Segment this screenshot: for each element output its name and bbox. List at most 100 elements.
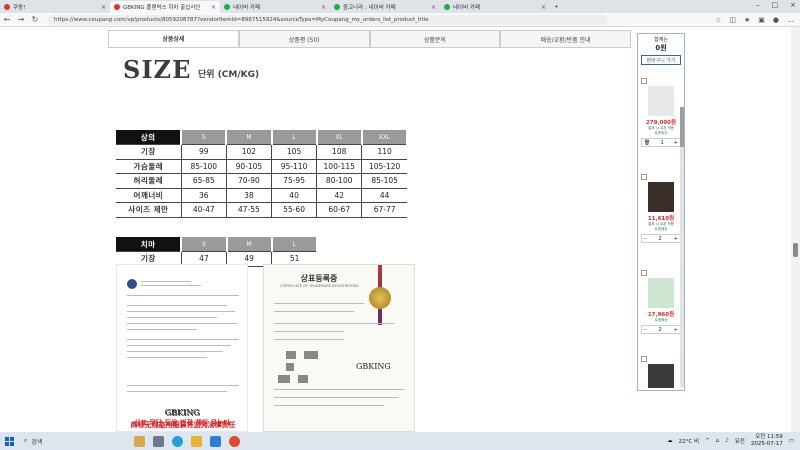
- edge-browser-icon[interactable]: [172, 435, 183, 447]
- item-checkbox[interactable]: [641, 174, 647, 180]
- table-row: 가슴둘레 85-100 90-105 95-110 100-115 105-12…: [116, 159, 407, 174]
- browser-tab-2[interactable]: 네이버 카페 ×: [220, 1, 330, 13]
- plus-icon[interactable]: +: [674, 140, 678, 146]
- tab-favicon-icon: [114, 4, 120, 10]
- forward-icon[interactable]: →: [14, 15, 28, 24]
- redacted-block: [286, 351, 296, 359]
- chevron-up-icon[interactable]: ^: [705, 438, 710, 444]
- table-header-cell: L: [271, 130, 318, 145]
- favorites-icon[interactable]: ★: [744, 16, 750, 24]
- scrollbar-thumb[interactable]: [793, 243, 798, 257]
- tab-label: GBKING 플랜박스 하차 출입사인: [123, 5, 201, 11]
- tab-shipping[interactable]: 배송/교환/반품 안내: [500, 30, 631, 47]
- star-icon[interactable]: ☆: [715, 16, 721, 24]
- app-icon[interactable]: [134, 435, 145, 447]
- maximize-icon[interactable]: □: [772, 1, 779, 9]
- start-menu-icon[interactable]: [5, 436, 14, 446]
- menu-icon[interactable]: …: [787, 16, 794, 24]
- close-icon[interactable]: ×: [431, 4, 436, 11]
- table-cell: 60-67: [316, 202, 362, 218]
- new-tab-button[interactable]: +: [550, 1, 564, 13]
- quantity-value[interactable]: 1: [660, 140, 663, 146]
- windows-taskbar: ⌕ 검색 ☁ 22°C 비 ^ ⌂ ♪ 유전 오전 11:59 2025-07-…: [0, 432, 800, 450]
- file-explorer-icon[interactable]: [191, 435, 202, 447]
- browser-tab-0[interactable]: 쿠팡! ×: [0, 1, 110, 13]
- top-size-table: 상의 S M L XL XXL 기장 99 102 105 108 110 가슴…: [116, 130, 409, 218]
- table-header-cell: XL: [316, 130, 363, 145]
- quantity-value[interactable]: 2: [659, 327, 662, 333]
- row-label: 가슴둘레: [116, 159, 182, 174]
- clock[interactable]: 오전 11:59 2025-07-17: [751, 434, 783, 448]
- weather-text[interactable]: 22°C 비: [679, 437, 699, 445]
- divider: [127, 329, 197, 330]
- close-icon[interactable]: ×: [101, 4, 106, 11]
- product-thumbnail[interactable]: [648, 364, 674, 388]
- close-icon[interactable]: ×: [321, 4, 326, 11]
- go-to-cart-button[interactable]: 장바구니 가기: [641, 55, 681, 65]
- table-header-row: 상의 S M L XL XXL: [116, 130, 409, 145]
- back-icon[interactable]: ←: [0, 15, 14, 24]
- divider: [127, 357, 207, 358]
- minimize-icon[interactable]: –: [756, 1, 760, 9]
- tab-reviews[interactable]: 상품평 (50): [238, 30, 370, 47]
- product-thumbnail[interactable]: [648, 86, 674, 116]
- close-icon[interactable]: ×: [211, 4, 216, 11]
- item-checkbox[interactable]: [641, 78, 647, 84]
- minus-icon[interactable]: –: [644, 327, 647, 333]
- tab-product-detail[interactable]: 상품상세: [108, 30, 239, 47]
- row-label: 어깨너비: [116, 188, 182, 203]
- table-header-cell: L: [271, 237, 319, 252]
- collections-icon[interactable]: ▣: [758, 16, 765, 24]
- refresh-icon[interactable]: ↻: [28, 15, 42, 24]
- cart-total-value: 0원: [655, 44, 667, 52]
- quantity-value[interactable]: 2: [659, 236, 662, 242]
- tab-inquiries[interactable]: 상품문의: [369, 30, 501, 47]
- brand-certificate-image: GBKING 商标无规盗用服装将追究法律责任: [116, 264, 248, 432]
- tab-favicon-icon: [444, 4, 450, 10]
- weather-icon[interactable]: ☁: [667, 438, 673, 444]
- url-field[interactable]: https://www.coupang.com/vp/products/8059…: [48, 14, 608, 25]
- close-window-icon[interactable]: ×: [790, 1, 796, 9]
- browser-tab-3[interactable]: 중고나라 : 네이버 카페 ×: [330, 1, 440, 13]
- table-header-cell: S: [181, 130, 228, 145]
- product-thumbnail[interactable]: [648, 182, 674, 212]
- taskbar-search[interactable]: ⌕ 검색: [24, 437, 114, 446]
- input-language[interactable]: 유전: [735, 437, 745, 445]
- scrollbar-thumb[interactable]: [680, 107, 684, 147]
- trademark-brand-text: GBKING: [356, 362, 391, 371]
- divider: [127, 317, 217, 318]
- browser-tab-4[interactable]: 네이버 카페 ×: [440, 1, 550, 13]
- table-cell: 75-95: [270, 173, 317, 189]
- redacted-block: [298, 375, 308, 383]
- notification-icon[interactable]: ▭: [789, 438, 794, 444]
- product-thumbnail[interactable]: [648, 278, 674, 308]
- redacted-block: [278, 375, 290, 383]
- divider: [127, 391, 227, 392]
- browser-tab-1[interactable]: GBKING 플랜박스 하차 출입사인 ×: [110, 1, 220, 13]
- table-cell: 36: [180, 188, 227, 203]
- volume-icon[interactable]: ♪: [725, 438, 729, 444]
- extensions-icon[interactable]: ◫: [729, 16, 736, 24]
- close-icon[interactable]: ×: [541, 4, 546, 11]
- task-view-icon[interactable]: [153, 435, 164, 447]
- plus-icon[interactable]: +: [674, 236, 678, 242]
- chrome-browser-icon[interactable]: [229, 435, 240, 447]
- trash-icon[interactable]: 🗑: [644, 140, 650, 146]
- divider: [127, 345, 231, 346]
- table-header-cell: M: [226, 237, 273, 252]
- store-icon[interactable]: [210, 435, 221, 447]
- tab-favicon-icon: [224, 4, 230, 10]
- page-scrollbar[interactable]: [791, 27, 800, 432]
- item-checkbox[interactable]: [641, 356, 647, 362]
- network-icon[interactable]: ⌂: [716, 438, 720, 444]
- tab-label: 네이버 카페: [453, 5, 481, 11]
- profile-icon[interactable]: ●: [773, 16, 779, 24]
- browser-toolbar: ☆ ◫ ★ ▣ ● …: [715, 16, 800, 24]
- table-cell: 80-100: [316, 173, 362, 189]
- plus-icon[interactable]: +: [674, 327, 678, 333]
- taskbar-apps: [134, 435, 240, 447]
- minus-icon[interactable]: –: [644, 236, 647, 242]
- sidebar-scrollbar[interactable]: [680, 107, 684, 387]
- redacted-block: [304, 351, 318, 359]
- item-checkbox[interactable]: [641, 270, 647, 276]
